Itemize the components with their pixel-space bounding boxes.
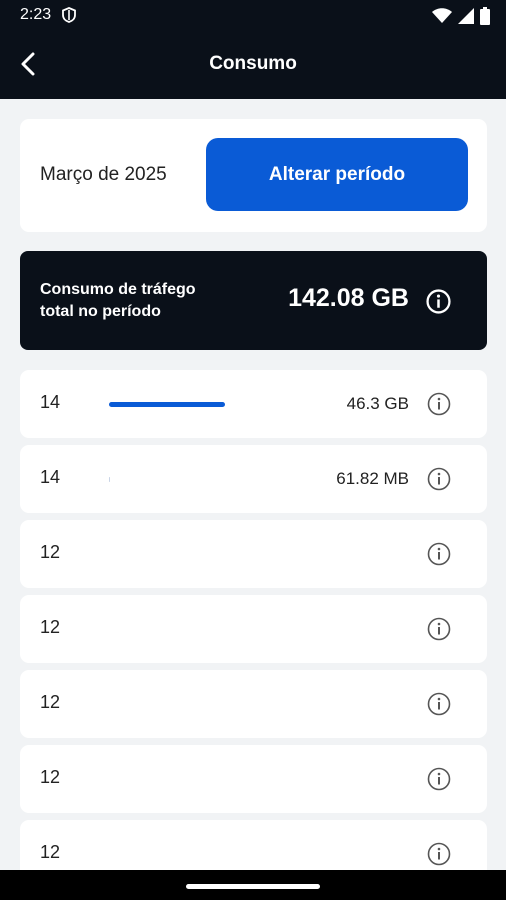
info-icon[interactable] (427, 542, 451, 566)
wifi-icon (432, 8, 452, 23)
status-icons (432, 7, 490, 25)
info-icon[interactable] (427, 692, 451, 716)
list-item[interactable]: 12 (20, 595, 487, 663)
row-day: 12 (40, 542, 61, 562)
page-title: Consumo (209, 53, 297, 74)
status-bar: 2:23 (0, 0, 506, 32)
top-bar: 2:23 Consumo (0, 0, 506, 99)
row-day: 14 (40, 467, 61, 487)
usage-bar (109, 477, 110, 482)
period-card: Março de 2025 Alterar período (20, 119, 487, 232)
total-consumption-card: Consumo de tráfego total no período 142.… (20, 251, 487, 350)
period-label: Março de 2025 (40, 164, 167, 185)
row-day: 14 (40, 392, 61, 412)
row-amount: 46.3 GB (346, 394, 409, 413)
info-icon[interactable] (427, 842, 451, 866)
row-day: 12 (40, 617, 61, 637)
row-day: 12 (40, 692, 61, 712)
shield-icon (62, 7, 76, 23)
info-icon[interactable] (427, 392, 451, 416)
change-period-button[interactable]: Alterar período (206, 138, 468, 211)
total-consumption-label: Consumo de tráfego total no período (40, 281, 196, 320)
info-icon[interactable] (427, 467, 451, 491)
home-handle[interactable] (186, 884, 320, 889)
battery-icon (480, 7, 490, 25)
list-item[interactable]: 12 (20, 670, 487, 738)
list-item[interactable]: 12 (20, 745, 487, 813)
info-icon[interactable] (426, 289, 451, 314)
navigation-bar (0, 870, 506, 900)
usage-bar (109, 402, 225, 407)
total-consumption-value: 142.08 GB (288, 284, 409, 312)
list-item[interactable]: 14 46.3 GB (20, 370, 487, 438)
row-day: 12 (40, 767, 61, 787)
row-day: 12 (40, 842, 61, 862)
status-time: 2:23 (20, 6, 52, 23)
list-item[interactable]: 14 61.82 MB (20, 445, 487, 513)
list-item[interactable]: 12 (20, 520, 487, 588)
info-icon[interactable] (427, 767, 451, 791)
row-amount: 61.82 MB (336, 469, 409, 488)
cellular-signal-icon (458, 8, 474, 24)
info-icon[interactable] (427, 617, 451, 641)
